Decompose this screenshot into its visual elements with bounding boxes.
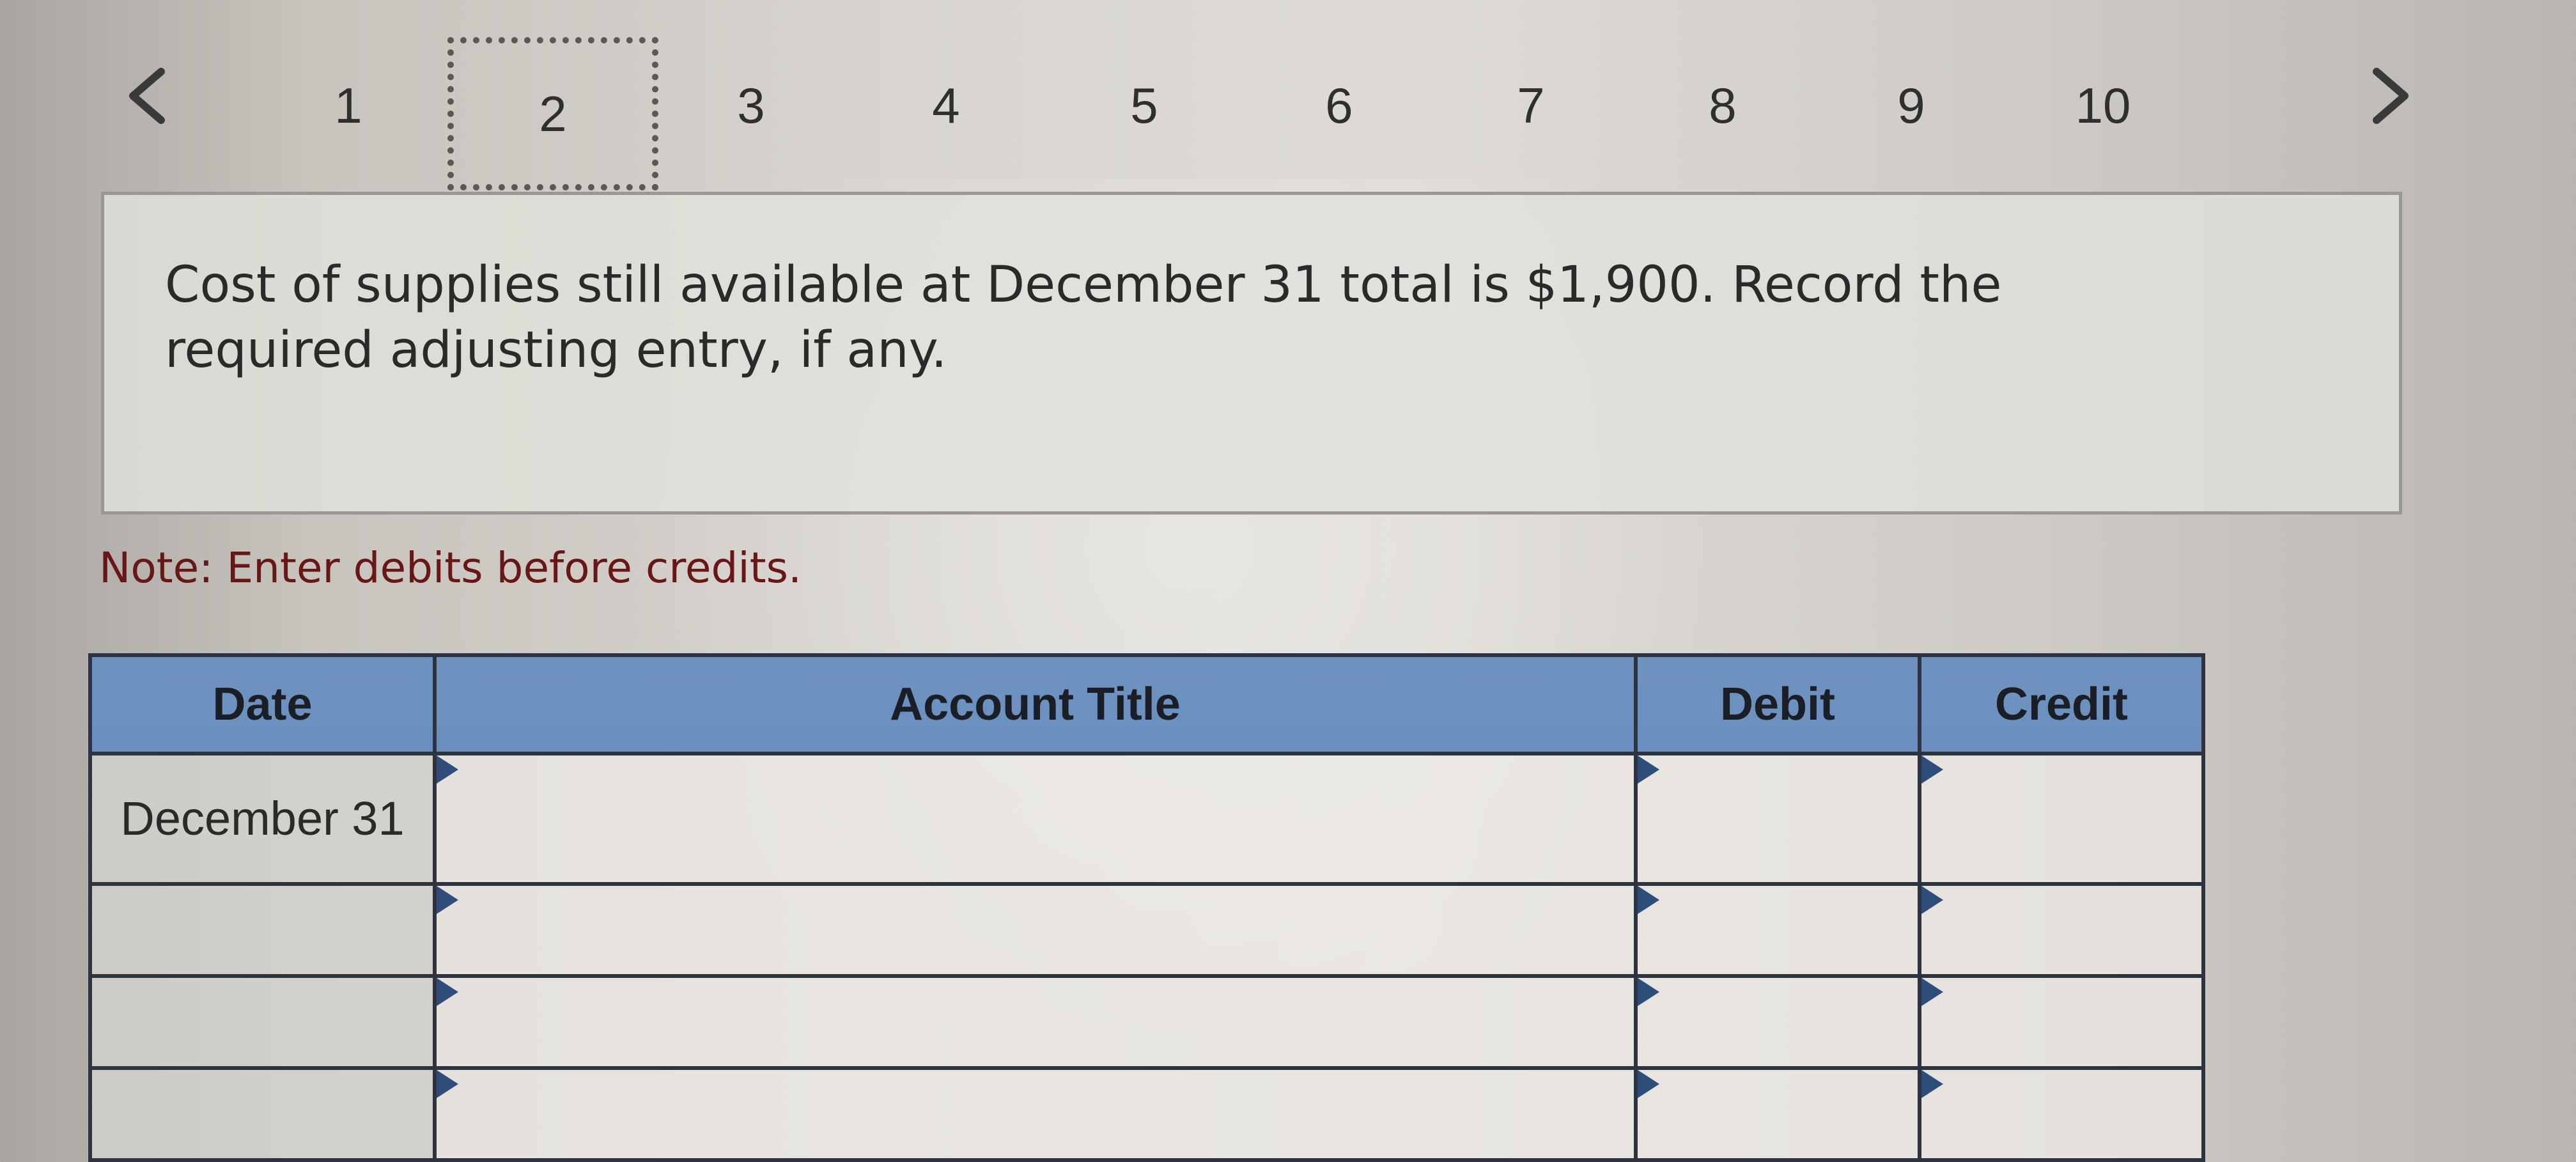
row-4-credit-input[interactable] [1918,1066,2205,1162]
journal-entry-table: Date Account Title Debit Credit December… [88,653,2217,1162]
debit-column-header: Debit [1634,653,1921,755]
field-marker-icon [1638,1070,1659,1098]
chevron-right-icon [2373,68,2409,124]
row-4-account-title-input[interactable] [433,1066,1638,1162]
page-2-button-current[interactable]: 2 [447,37,658,190]
page-9-button[interactable]: 9 [1854,61,1969,150]
question-text: Cost of supplies still available at Dece… [165,256,2002,379]
dropdown-marker-icon [437,755,458,784]
page-4-button[interactable]: 4 [888,61,1004,150]
field-marker-icon [1638,755,1659,784]
date-column-header: Date [88,653,437,755]
dropdown-marker-icon [437,886,458,914]
account-title-column-header: Account Title [433,653,1638,755]
chevron-left-icon [129,68,165,124]
row-1-credit-input[interactable] [1918,752,2205,886]
instruction-note: Note: Enter debits before credits. [99,543,802,593]
row-3-debit-input[interactable] [1634,974,1921,1070]
row-3-account-title-input[interactable] [433,974,1638,1070]
table-row-3-date [88,974,437,1070]
next-page-button[interactable] [2352,58,2429,134]
row-3-credit-input[interactable] [1918,974,2205,1070]
field-marker-icon [1921,978,1943,1006]
page-6-button[interactable]: 6 [1282,61,1397,150]
row-2-debit-input[interactable] [1634,882,1921,978]
row-2-credit-input[interactable] [1918,882,2205,978]
field-marker-icon [1921,886,1943,914]
question-pager: 1 2 3 4 5 6 7 8 9 10 [0,0,2576,211]
prev-page-button[interactable] [109,58,185,134]
row-4-debit-input[interactable] [1634,1066,1921,1162]
field-marker-icon [1638,978,1659,1006]
field-marker-icon [1638,886,1659,914]
credit-column-header: Credit [1918,653,2205,755]
page-3-button[interactable]: 3 [694,61,809,150]
page-5-button[interactable]: 5 [1087,61,1202,150]
row-2-account-title-input[interactable] [433,882,1638,978]
table-row-1-date: December 31 [88,752,437,886]
field-marker-icon [1921,755,1943,784]
field-marker-icon [1921,1070,1943,1098]
page-7-button[interactable]: 7 [1473,61,1588,150]
row-1-account-title-input[interactable] [433,752,1638,886]
dropdown-marker-icon [437,978,458,1006]
table-row-2-date [88,882,437,978]
row-1-debit-input[interactable] [1634,752,1921,886]
question-box: Cost of supplies still available at Dece… [101,192,2402,515]
page-8-button[interactable]: 8 [1665,61,1780,150]
dropdown-marker-icon [437,1070,458,1098]
page-10-button[interactable]: 10 [2045,61,2161,150]
table-row-4-date [88,1066,437,1162]
page-1-button[interactable]: 1 [291,61,406,150]
